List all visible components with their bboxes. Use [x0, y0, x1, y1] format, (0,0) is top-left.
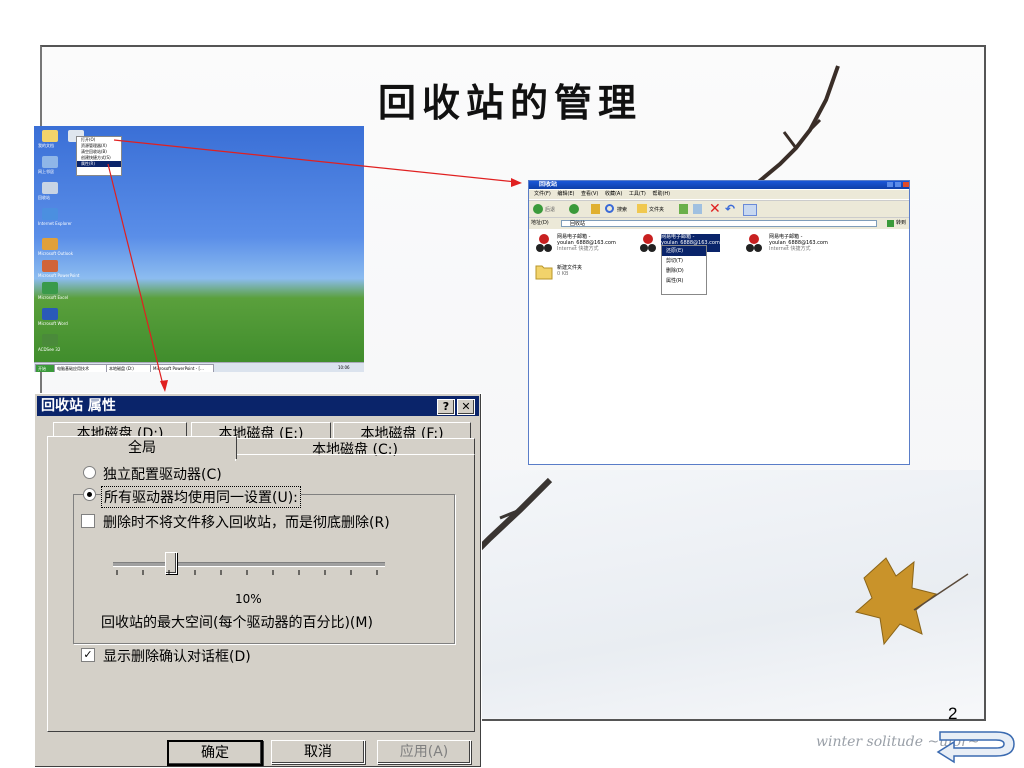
menu-item-cut[interactable]: 剪切(T): [662, 256, 706, 266]
radio-independent-label[interactable]: 独立配置驱动器(C): [103, 464, 222, 484]
email-shortcut-icon[interactable]: [745, 233, 763, 253]
help-button[interactable]: ?: [437, 399, 455, 415]
address-input[interactable]: 回收站: [561, 220, 877, 227]
radio-same-settings-label[interactable]: 所有驱动器均使用同一设置(U):: [101, 486, 301, 508]
email-shortcut-icon[interactable]: [639, 233, 657, 253]
move-to-icon[interactable]: [679, 204, 688, 214]
delete-icon[interactable]: ✕: [709, 201, 721, 217]
go-button[interactable]: 转到: [896, 218, 906, 229]
recycle-bin-window: 回收站 文件(F) 编辑(E) 查看(V) 收藏(A) 工具(T) 帮助(H) …: [528, 180, 910, 465]
address-bar: 地址(D) 回收站 转到: [529, 217, 909, 229]
recycle-toolbar: 后退 搜索 文件夹 ✕ ↶: [529, 200, 909, 218]
back-label: 后退: [545, 207, 556, 213]
menu-file[interactable]: 文件(F): [534, 191, 551, 197]
dialog-title: 回收站 属性: [41, 398, 116, 414]
menu-item-properties[interactable]: 属性(R): [662, 276, 706, 286]
folder-icon[interactable]: [535, 261, 553, 281]
radio-selected-dot: [87, 492, 92, 497]
checkbox-delete-permanently[interactable]: [81, 514, 95, 528]
arrowhead-icon: [511, 178, 522, 187]
navigation-arrow-icon[interactable]: [934, 726, 1020, 766]
folders-label[interactable]: 文件夹: [649, 206, 664, 213]
views-icon[interactable]: [743, 204, 757, 216]
checkbox-confirm-delete-label[interactable]: 显示删除确认对话框(D): [103, 646, 251, 666]
menu-edit[interactable]: 编辑(E): [557, 191, 574, 197]
recycle-bin-properties-dialog: 回收站 属性 ? ✕ 本地磁盘 (D:) 本地磁盘 (E:) 本地磁盘 (F:)…: [34, 393, 482, 768]
radio-same-settings[interactable]: [83, 488, 96, 501]
slider-value: 10%: [235, 592, 262, 606]
up-folder-icon[interactable]: [591, 204, 600, 214]
slider-label: 回收站的最大空间(每个驱动器的百分比)(M): [101, 615, 373, 631]
apply-button[interactable]: 应用(A): [377, 740, 471, 764]
menu-help[interactable]: 帮助(H): [652, 191, 670, 197]
close-icon[interactable]: [903, 182, 909, 187]
tab-global[interactable]: 全局: [47, 436, 237, 459]
back-arrow-icon[interactable]: [533, 204, 543, 214]
arrowhead-icon: [160, 380, 168, 392]
search-label[interactable]: 搜索: [617, 206, 627, 213]
close-button[interactable]: ✕: [457, 399, 475, 415]
item-type: Internet 快捷方式: [769, 246, 811, 252]
address-label: 地址(D): [531, 220, 549, 226]
search-icon[interactable]: [605, 204, 614, 213]
slider-track: [113, 562, 385, 567]
recycle-item[interactable]: 新建文件夹 0 KB: [557, 265, 582, 277]
maximize-icon[interactable]: [895, 182, 901, 187]
item-context-menu: 还原(E) 剪切(T) 删除(D) 属性(R): [661, 245, 707, 295]
ok-button[interactable]: 确定: [167, 740, 263, 766]
forward-arrow-icon[interactable]: [569, 204, 579, 214]
checkbox-delete-permanently-label[interactable]: 删除时不将文件移入回收站，而是彻底删除(R): [103, 512, 390, 532]
page-number: 2: [948, 704, 958, 723]
undo-icon[interactable]: ↶: [725, 202, 735, 216]
item-size: 0 KB: [557, 271, 569, 277]
menu-item-restore[interactable]: 还原(E): [662, 246, 706, 256]
dialog-titlebar: 回收站 属性 ? ✕: [37, 396, 479, 416]
copy-to-icon[interactable]: [693, 204, 702, 214]
slider-ticks: [116, 570, 378, 575]
item-type: Internet 快捷方式: [557, 246, 599, 252]
folders-icon[interactable]: [637, 204, 647, 213]
recycle-menubar: 文件(F) 编辑(E) 查看(V) 收藏(A) 工具(T) 帮助(H): [529, 190, 909, 199]
email-shortcut-icon[interactable]: [535, 233, 553, 253]
menu-tools[interactable]: 工具(T): [629, 191, 646, 197]
recycle-window-titlebar: 回收站: [529, 181, 909, 189]
arrow-to-recycle-window: [113, 139, 517, 183]
minimize-icon[interactable]: [887, 182, 893, 187]
recycle-window-title: 回收站: [539, 181, 558, 188]
go-arrow-icon[interactable]: [887, 220, 894, 227]
menu-item-delete[interactable]: 删除(D): [662, 266, 706, 276]
menu-view[interactable]: 查看(V): [581, 191, 598, 197]
arrow-to-properties-dialog: [107, 163, 164, 386]
radio-independent[interactable]: [83, 466, 96, 479]
cancel-button[interactable]: 取消: [271, 740, 365, 764]
checkbox-confirm-delete[interactable]: ✓: [81, 648, 95, 662]
recycle-item[interactable]: 网易电子邮箱 - youlan_6888@163.com Internet 快捷…: [769, 234, 828, 252]
menu-favorites[interactable]: 收藏(A): [605, 191, 622, 197]
recycle-item[interactable]: 网易电子邮箱 - youlan_6888@163.com Internet 快捷…: [557, 234, 616, 252]
